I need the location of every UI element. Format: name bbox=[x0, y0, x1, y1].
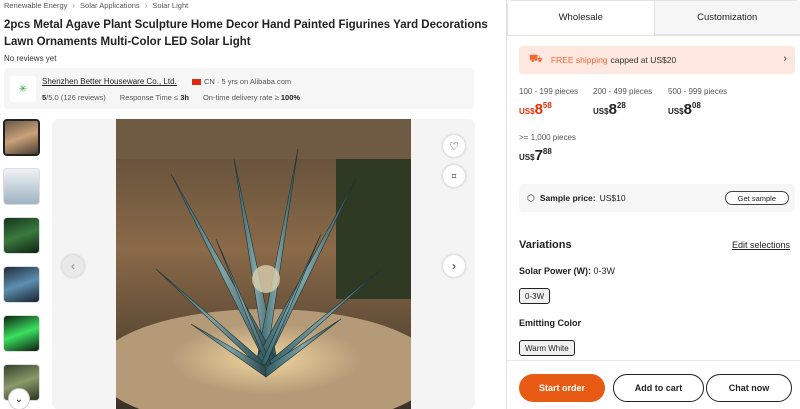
add-to-cart-button[interactable]: Add to cart bbox=[613, 374, 704, 402]
thumbnail-4[interactable] bbox=[3, 266, 40, 303]
solar-power-option[interactable]: 0-3W bbox=[519, 288, 551, 304]
supplier-meta: CN · 5 yrs on Alibaba.com bbox=[192, 77, 291, 86]
tier-price: US$788 bbox=[519, 147, 552, 164]
breadcrumb-item[interactable]: Solar Applications bbox=[80, 1, 140, 10]
chevron-right-icon: › bbox=[144, 1, 148, 10]
purchase-panel: Wholesale Customization ⛟ FREE shipping … bbox=[506, 0, 800, 409]
truck-icon: ⛟ bbox=[529, 53, 543, 65]
supplier-rating: 5/5.0 (126 reviews) bbox=[42, 93, 106, 102]
sample-price-label: Sample price: bbox=[539, 193, 596, 203]
breadcrumb-item[interactable]: Renewable Energy bbox=[4, 1, 67, 10]
thumbnail-2[interactable] bbox=[3, 168, 40, 205]
previous-image-button[interactable]: ‹ bbox=[62, 255, 84, 277]
tab-customization[interactable]: Customization bbox=[653, 1, 800, 35]
thumbnail-3[interactable] bbox=[3, 217, 40, 254]
chat-now-button[interactable]: Chat now bbox=[706, 374, 792, 402]
sample-price-value: US$10 bbox=[599, 193, 626, 203]
emitting-color-option[interactable]: Warm White bbox=[519, 340, 575, 356]
image-search-icon[interactable]: ⌗ bbox=[443, 165, 465, 187]
tier-price: US$808 bbox=[668, 101, 701, 118]
variations-title: Variations bbox=[519, 239, 572, 251]
chevron-right-icon: › bbox=[72, 1, 76, 10]
start-order-button[interactable]: Start order bbox=[519, 374, 605, 402]
supplier-response-time: Response Time ≤ 3h bbox=[119, 93, 189, 102]
favorite-heart-icon[interactable]: ♡ bbox=[443, 135, 465, 157]
chevron-down-icon[interactable]: ⌄ bbox=[8, 388, 30, 409]
product-title: 2pcs Metal Agave Plant Sculpture Home De… bbox=[4, 19, 488, 48]
breadcrumb-item[interactable]: Solar Light bbox=[152, 1, 188, 10]
next-image-button[interactable]: › bbox=[443, 255, 465, 277]
solar-power-label: Solar Power (W): 0-3W bbox=[519, 266, 616, 276]
free-shipping-label: FREE shipping bbox=[550, 55, 608, 65]
package-icon: ⬡ bbox=[527, 192, 535, 203]
tab-wholesale[interactable]: Wholesale bbox=[508, 1, 654, 35]
price-tier: 200 - 499 pieces US$828 bbox=[593, 87, 652, 119]
agave-sculpture-illustration bbox=[116, 119, 411, 409]
tier-range: 500 - 999 pieces bbox=[668, 87, 728, 96]
supplier-stats: 5/5.0 (126 reviews) Response Time ≤ 3h O… bbox=[42, 93, 300, 102]
breadcrumb: Renewable Energy › Solar Applications › … bbox=[4, 1, 188, 10]
tier-price: US$858 bbox=[519, 101, 552, 118]
pricing-tabs: Wholesale Customization bbox=[507, 0, 800, 36]
product-main-image bbox=[116, 119, 411, 409]
thumbnail-1[interactable] bbox=[3, 119, 40, 156]
supplier-logo: ✳ bbox=[10, 76, 36, 102]
action-bar: Start order Add to cart Chat now bbox=[507, 360, 800, 409]
reviews-text: No reviews yet bbox=[4, 54, 57, 63]
edit-selections-link[interactable]: Edit selections bbox=[732, 240, 790, 250]
supplier-country: CN · 5 yrs on Alibaba.com bbox=[204, 77, 292, 86]
sample-price-row: ⬡ Sample price: US$10 Get sample bbox=[519, 184, 795, 212]
shipping-cap-text: capped at US$20 bbox=[610, 55, 677, 65]
free-shipping-banner[interactable]: ⛟ FREE shipping capped at US$20 › bbox=[519, 46, 795, 74]
tier-range: >= 1,000 pieces bbox=[519, 133, 576, 142]
thumbnail-list bbox=[3, 119, 41, 409]
supplier-card: ✳ Shenzhen Better Houseware Co., Ltd. CN… bbox=[4, 68, 474, 109]
tier-range: 100 - 199 pieces bbox=[519, 87, 579, 96]
tier-range: 200 - 499 pieces bbox=[593, 87, 653, 96]
china-flag-icon bbox=[192, 78, 201, 85]
image-viewer: ‹ › ♡ ⌗ bbox=[52, 119, 475, 409]
thumbnail-5[interactable] bbox=[3, 315, 40, 352]
price-tier: >= 1,000 pieces US$788 bbox=[519, 133, 576, 165]
emitting-color-label: Emitting Color bbox=[519, 318, 581, 328]
price-tier: 100 - 199 pieces US$858 bbox=[519, 87, 578, 119]
supplier-name-link[interactable]: Shenzhen Better Houseware Co., Ltd. bbox=[42, 77, 177, 86]
tier-price: US$828 bbox=[593, 101, 626, 118]
price-tier: 500 - 999 pieces US$808 bbox=[668, 87, 727, 119]
supplier-delivery-rate: On-time delivery rate ≥ 100% bbox=[202, 93, 301, 102]
get-sample-button[interactable]: Get sample bbox=[724, 191, 789, 205]
chevron-right-icon: › bbox=[783, 53, 787, 65]
